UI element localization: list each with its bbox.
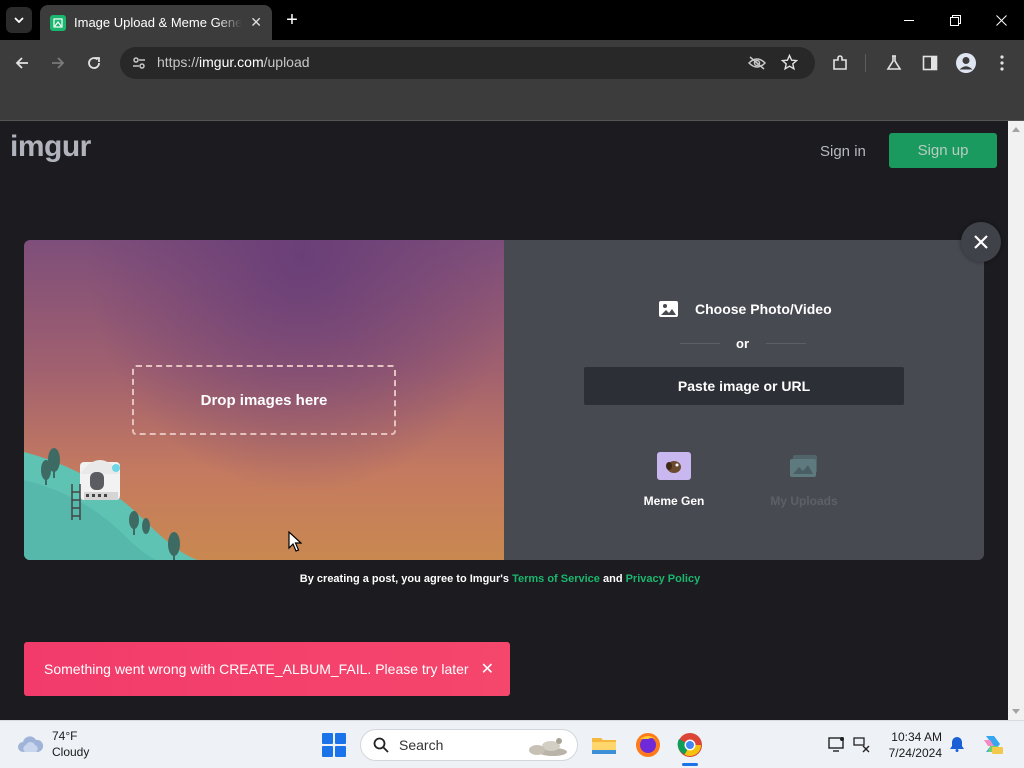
error-toast: Something went wrong with CREATE_ALBUM_F…	[24, 642, 510, 696]
page-scrollbar[interactable]	[1008, 121, 1024, 720]
privacy-policy-link[interactable]: Privacy Policy	[626, 573, 701, 585]
sign-in-link[interactable]: Sign in	[820, 143, 866, 160]
meme-gen-label: Meme Gen	[643, 494, 705, 508]
tab-search-button[interactable]	[6, 7, 32, 33]
drop-zone[interactable]: Drop images here	[132, 365, 396, 435]
terms-of-service-link[interactable]: Terms of Service	[512, 573, 600, 585]
meme-gen-tile[interactable]: Meme Gen	[624, 452, 724, 508]
windows-taskbar: 74°F Cloudy Search 10:34 AM 7/24/2024	[0, 720, 1024, 768]
dismiss-error-icon[interactable]: ✕	[481, 659, 494, 679]
side-panel-icon[interactable]	[918, 51, 942, 75]
terms-and: and	[599, 573, 626, 585]
eye-off-icon[interactable]	[747, 55, 767, 76]
drop-pane[interactable]: Drop images here	[24, 240, 504, 560]
or-divider-right	[766, 343, 806, 344]
extensions-icon[interactable]	[828, 51, 852, 75]
monitor-icon[interactable]	[828, 735, 846, 753]
or-label: or	[736, 336, 749, 351]
or-divider-left	[680, 343, 720, 344]
taskbar-search[interactable]: Search	[360, 729, 578, 761]
window-close-icon[interactable]	[978, 0, 1024, 40]
imgur-upload-page: imgur Sign in Sign up Drop images here C…	[0, 121, 1008, 720]
close-modal-button[interactable]	[961, 222, 1001, 262]
back-icon[interactable]	[10, 51, 34, 75]
reload-icon[interactable]	[82, 51, 106, 75]
labs-icon[interactable]	[882, 51, 906, 75]
error-message: Something went wrong with CREATE_ALBUM_F…	[44, 661, 469, 677]
photo-icon	[659, 301, 678, 317]
options-pane: Choose Photo/Video or Paste image or URL…	[504, 240, 984, 560]
system-clock[interactable]: 10:34 AM 7/24/2024	[884, 729, 942, 761]
search-icon	[373, 737, 389, 753]
restore-icon[interactable]	[932, 0, 978, 40]
chrome-icon[interactable]	[676, 731, 704, 759]
uploads-icon	[787, 452, 821, 480]
meme-icon	[657, 452, 691, 480]
weather-condition: Cloudy	[52, 745, 90, 759]
address-bar[interactable]: https://imgur.com/upload	[120, 47, 815, 79]
file-explorer-icon[interactable]	[590, 731, 618, 759]
weather-temp: 74°F	[52, 729, 78, 743]
minimize-icon[interactable]	[886, 0, 932, 40]
weather-widget[interactable]: 74°F Cloudy	[16, 728, 89, 760]
clock-date: 7/24/2024	[888, 746, 942, 760]
network-icon[interactable]	[853, 735, 871, 753]
paste-url-button[interactable]: Paste image or URL	[584, 367, 904, 405]
star-icon[interactable]	[780, 53, 799, 76]
clock-time: 10:34 AM	[891, 730, 942, 744]
copilot-icon[interactable]	[980, 732, 1004, 756]
bookmarks-bar	[0, 86, 1024, 121]
mouse-cursor-icon	[288, 531, 302, 552]
hill-illustration	[24, 448, 214, 560]
cloud-icon	[18, 736, 44, 752]
notification-bell-icon[interactable]	[948, 735, 966, 753]
favicon-icon	[50, 14, 66, 31]
browser-toolbar: https://imgur.com/upload	[0, 40, 1024, 86]
terms-notice: By creating a post, you agree to Imgur's…	[0, 573, 1008, 585]
close-icon	[974, 235, 988, 249]
profile-icon[interactable]	[954, 51, 978, 75]
site-info-icon[interactable]	[131, 55, 147, 76]
chrome-active-indicator	[682, 763, 698, 766]
choose-photo-video-button[interactable]: Choose Photo/Video	[659, 298, 832, 320]
search-label: Search	[399, 737, 444, 753]
terms-prefix: By creating a post, you agree to Imgur's	[299, 573, 513, 585]
toolbar-divider	[865, 54, 866, 72]
tab-search-icon	[14, 17, 24, 23]
tab-strip: Image Upload & Meme Generator ✕ +	[0, 0, 1024, 40]
imgur-logo[interactable]: imgur	[10, 130, 91, 164]
url-text: https://imgur.com/upload	[157, 54, 310, 70]
plus-icon[interactable]: +	[281, 9, 303, 31]
sign-up-button[interactable]: Sign up	[889, 133, 997, 168]
forward-icon[interactable]	[46, 51, 70, 75]
scroll-up-arrow[interactable]	[1012, 127, 1020, 132]
my-uploads-tile[interactable]: My Uploads	[754, 452, 854, 508]
search-highlight-icon	[529, 738, 567, 756]
menu-icon[interactable]	[990, 51, 1014, 75]
choose-label: Choose Photo/Video	[695, 301, 832, 317]
my-uploads-label: My Uploads	[770, 494, 838, 508]
firefox-icon[interactable]	[634, 731, 662, 759]
tab-title: Image Upload & Meme Generator	[74, 15, 242, 30]
upload-modal: Drop images here Choose Photo/Video or P…	[24, 240, 984, 560]
windows-start-icon[interactable]	[322, 733, 346, 757]
active-tab[interactable]: Image Upload & Meme Generator ✕	[40, 5, 272, 40]
close-icon[interactable]: ✕	[250, 14, 262, 31]
scroll-down-arrow[interactable]	[1012, 709, 1020, 714]
